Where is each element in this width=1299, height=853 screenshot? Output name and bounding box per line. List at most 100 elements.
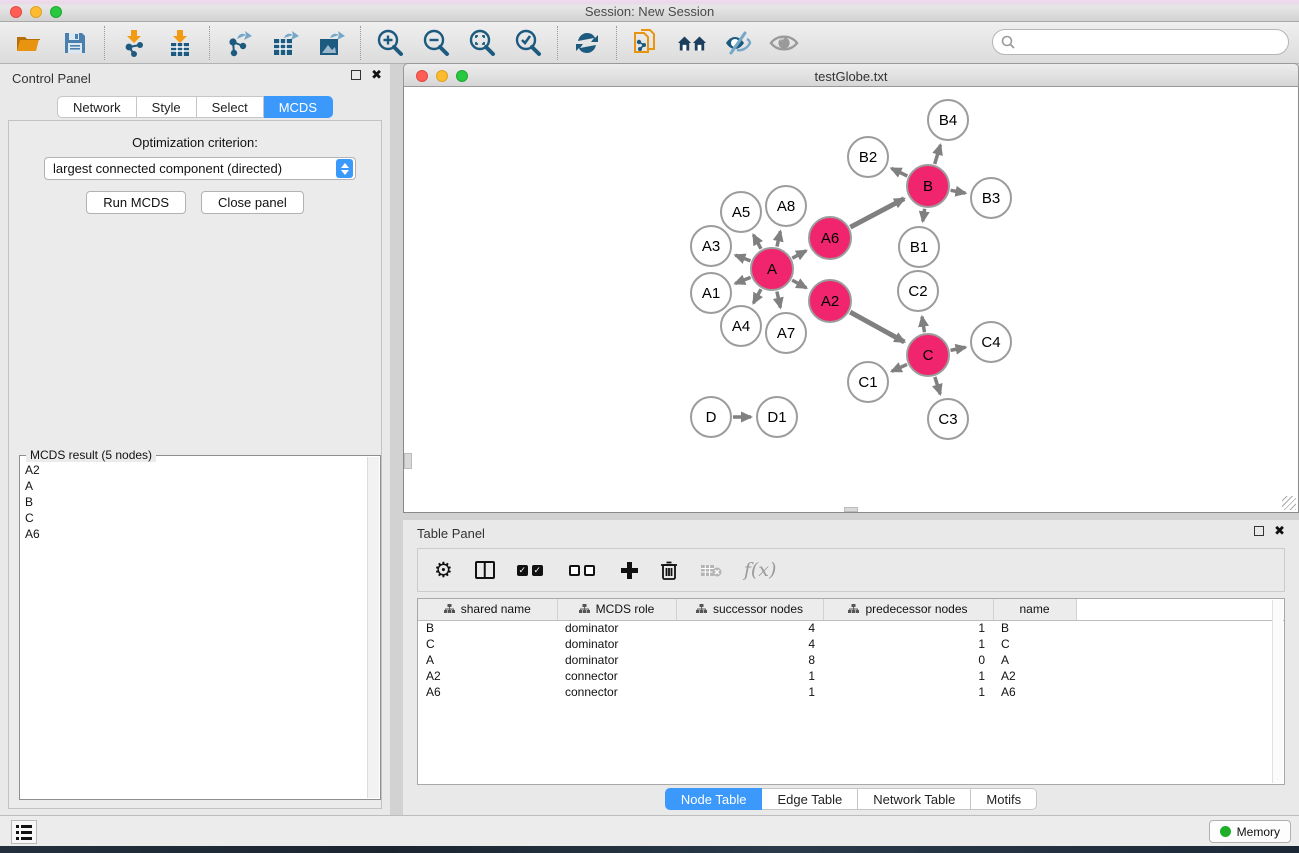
tab-style[interactable]: Style bbox=[137, 96, 197, 118]
graph-node-A2[interactable]: A2 bbox=[808, 279, 852, 323]
cell-mcds_role[interactable]: dominator bbox=[557, 620, 676, 636]
result-scrollbar[interactable] bbox=[367, 457, 379, 798]
column-header-mcds-role[interactable]: MCDS role bbox=[557, 599, 676, 620]
tab-network-table[interactable]: Network Table bbox=[858, 788, 971, 810]
tab-mcds[interactable]: MCDS bbox=[264, 96, 333, 118]
zoom-in-button[interactable] bbox=[375, 28, 405, 58]
tab-select[interactable]: Select bbox=[197, 96, 264, 118]
graph-node-A4[interactable]: A4 bbox=[720, 305, 762, 347]
graph-node-A7[interactable]: A7 bbox=[765, 312, 807, 354]
delete-column-button[interactable] bbox=[660, 560, 678, 581]
cell-filler[interactable] bbox=[1076, 620, 1284, 636]
cell-predecessor_nodes[interactable]: 1 bbox=[823, 636, 993, 652]
cell-name[interactable]: C bbox=[993, 636, 1076, 652]
tab-motifs[interactable]: Motifs bbox=[971, 788, 1037, 810]
add-column-button[interactable] bbox=[621, 562, 638, 579]
table-row[interactable]: Bdominator41B bbox=[418, 620, 1284, 636]
graph-node-A6[interactable]: A6 bbox=[808, 216, 852, 260]
graph-node-A[interactable]: A bbox=[750, 247, 794, 291]
cell-shared_name[interactable]: A6 bbox=[418, 684, 557, 700]
zoom-fit-button[interactable] bbox=[467, 28, 497, 58]
graph-node-B2[interactable]: B2 bbox=[847, 136, 889, 178]
graph-node-D1[interactable]: D1 bbox=[756, 396, 798, 438]
float-panel-icon[interactable] bbox=[351, 70, 361, 80]
table-row[interactable]: A6connector11A6 bbox=[418, 684, 1284, 700]
column-header-predecessor-nodes[interactable]: predecessor nodes bbox=[823, 599, 993, 620]
select-all-button[interactable]: ✓✓ bbox=[517, 565, 547, 576]
tab-network[interactable]: Network bbox=[57, 96, 137, 118]
table-row[interactable]: Cdominator41C bbox=[418, 636, 1284, 652]
show-graphics-details-button[interactable] bbox=[769, 28, 799, 58]
edge-A2-C[interactable] bbox=[850, 312, 904, 342]
cell-predecessor_nodes[interactable]: 1 bbox=[823, 668, 993, 684]
cell-successor_nodes[interactable]: 4 bbox=[676, 620, 823, 636]
graph-node-B[interactable]: B bbox=[906, 164, 950, 208]
criterion-select[interactable]: largest connected component (directed) bbox=[44, 157, 356, 180]
result-item[interactable]: A2 bbox=[22, 462, 366, 478]
close-panel-icon[interactable]: ✖ bbox=[371, 70, 382, 80]
cell-predecessor_nodes[interactable]: 1 bbox=[823, 684, 993, 700]
task-history-button[interactable] bbox=[11, 820, 37, 844]
edge-C-C4[interactable] bbox=[951, 347, 966, 350]
tab-node-table[interactable]: Node Table bbox=[665, 788, 763, 810]
delete-table-button[interactable] bbox=[700, 563, 722, 578]
network-canvas[interactable]: B4B2BB3A8A5A6B1A3AC2A1A2A4A7C4CC1C3DD1 bbox=[403, 87, 1299, 513]
edge-A-A2[interactable] bbox=[792, 280, 806, 288]
graph-node-C3[interactable]: C3 bbox=[927, 398, 969, 440]
edge-B-B2[interactable] bbox=[891, 168, 907, 176]
run-mcds-button[interactable]: Run MCDS bbox=[86, 191, 186, 214]
network-window-titlebar[interactable]: testGlobe.txt bbox=[403, 63, 1299, 87]
clone-network-button[interactable] bbox=[631, 28, 661, 58]
mcds-result-list[interactable]: A2ABCA6 bbox=[22, 462, 366, 797]
cell-mcds_role[interactable]: connector bbox=[557, 668, 676, 684]
edge-B-B4[interactable] bbox=[935, 145, 941, 164]
hide-style-button[interactable] bbox=[723, 28, 753, 58]
float-table-panel-icon[interactable] bbox=[1254, 526, 1264, 536]
cell-name[interactable]: A2 bbox=[993, 668, 1076, 684]
export-table-button[interactable] bbox=[270, 28, 300, 58]
cell-predecessor_nodes[interactable]: 1 bbox=[823, 620, 993, 636]
import-table-button[interactable] bbox=[165, 28, 195, 58]
graph-node-A1[interactable]: A1 bbox=[690, 272, 732, 314]
close-table-panel-icon[interactable]: ✖ bbox=[1274, 526, 1285, 536]
zoom-out-button[interactable] bbox=[421, 28, 451, 58]
cell-shared_name[interactable]: C bbox=[418, 636, 557, 652]
memory-button[interactable]: Memory bbox=[1209, 820, 1291, 843]
table-row[interactable]: Adominator80A bbox=[418, 652, 1284, 668]
edge-A-A1[interactable] bbox=[735, 277, 750, 283]
result-item[interactable]: C bbox=[22, 510, 366, 526]
result-item[interactable]: A6 bbox=[22, 526, 366, 542]
cell-mcds_role[interactable]: dominator bbox=[557, 652, 676, 668]
graph-node-C4[interactable]: C4 bbox=[970, 321, 1012, 363]
cell-shared_name[interactable]: A bbox=[418, 652, 557, 668]
cell-shared_name[interactable]: A2 bbox=[418, 668, 557, 684]
edge-B-B1[interactable] bbox=[923, 209, 925, 222]
resize-grip[interactable] bbox=[1282, 496, 1296, 510]
table-options-button[interactable]: ⚙ bbox=[434, 560, 453, 580]
graph-node-C2[interactable]: C2 bbox=[897, 270, 939, 312]
table-row[interactable]: A2connector11A2 bbox=[418, 668, 1284, 684]
open-session-button[interactable] bbox=[14, 28, 44, 58]
graph-node-D[interactable]: D bbox=[690, 396, 732, 438]
edge-C-C1[interactable] bbox=[892, 364, 907, 371]
import-network-button[interactable] bbox=[119, 28, 149, 58]
cell-successor_nodes[interactable]: 8 bbox=[676, 652, 823, 668]
function-builder-button[interactable]: f(x) bbox=[744, 559, 777, 581]
graph-node-B3[interactable]: B3 bbox=[970, 177, 1012, 219]
cell-mcds_role[interactable]: connector bbox=[557, 684, 676, 700]
deselect-all-button[interactable] bbox=[569, 565, 599, 576]
search-field[interactable] bbox=[992, 29, 1289, 55]
edge-A-A8[interactable] bbox=[777, 231, 780, 246]
cell-successor_nodes[interactable]: 1 bbox=[676, 684, 823, 700]
cell-filler[interactable] bbox=[1076, 636, 1284, 652]
cell-predecessor_nodes[interactable]: 0 bbox=[823, 652, 993, 668]
vertical-scrollbar-fragment[interactable] bbox=[404, 453, 412, 469]
edge-A6-B[interactable] bbox=[850, 199, 904, 228]
zoom-selected-button[interactable] bbox=[513, 28, 543, 58]
search-input[interactable] bbox=[1020, 35, 1288, 50]
column-header-successor-nodes[interactable]: successor nodes bbox=[676, 599, 823, 620]
cell-successor_nodes[interactable]: 4 bbox=[676, 636, 823, 652]
graph-node-C1[interactable]: C1 bbox=[847, 361, 889, 403]
cell-name[interactable]: B bbox=[993, 620, 1076, 636]
cell-successor_nodes[interactable]: 1 bbox=[676, 668, 823, 684]
